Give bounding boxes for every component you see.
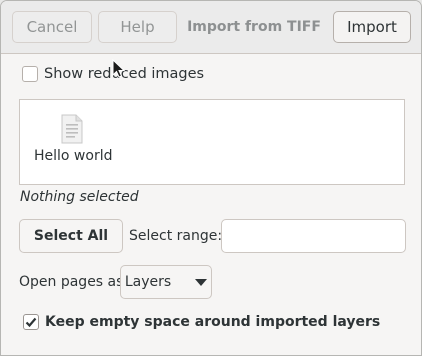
selection-status: Nothing selected <box>20 189 139 205</box>
header-bar: Cancel Help Import from TIFF Import <box>1 1 421 54</box>
document-page-icon <box>61 114 83 144</box>
select-range-input[interactable] <box>221 219 406 253</box>
select-all-button[interactable]: Select All <box>19 219 123 253</box>
open-pages-as-label: Open pages as <box>19 274 124 290</box>
mouse-pointer-icon <box>112 59 126 78</box>
import-button[interactable]: Import <box>333 11 411 43</box>
select-range-label: Select range: <box>129 228 223 244</box>
keep-empty-space-checkbox[interactable] <box>23 314 39 330</box>
keep-empty-space-label: Keep empty space around imported layers <box>45 314 381 330</box>
dialog-title: Import from TIFF <box>187 19 321 35</box>
show-reduced-images-checkbox[interactable] <box>22 66 38 82</box>
help-button[interactable]: Help <box>98 11 177 43</box>
keep-empty-space-row[interactable]: Keep empty space around imported layers <box>23 314 380 330</box>
cancel-button[interactable]: Cancel <box>12 11 92 43</box>
open-pages-as-dropdown[interactable]: Layers <box>120 265 212 299</box>
chevron-down-icon <box>195 279 208 286</box>
open-pages-as-value: Layers <box>124 274 172 290</box>
page-item-label: Hello world <box>34 148 113 164</box>
checkmark-icon <box>25 317 37 328</box>
pages-preview-area[interactable]: Hello world <box>19 99 405 185</box>
import-tiff-dialog: Cancel Help Import from TIFF Import Show… <box>0 0 422 356</box>
